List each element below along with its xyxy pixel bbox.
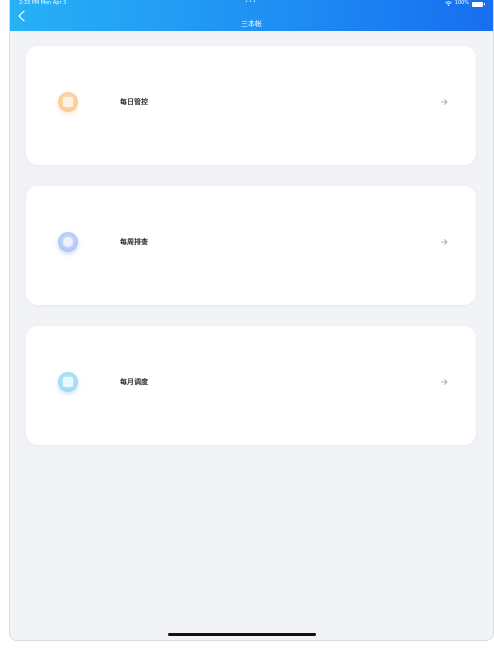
card-label: 每周排查 (120, 238, 148, 246)
nav-header: 2:33 PM Mon Apr 3 ••• 100% 三本帐 (10, 0, 493, 31)
battery-icon (472, 1, 485, 7)
status-time: 2:33 PM Mon Apr 3 (19, 0, 67, 6)
document-icon (58, 92, 78, 112)
status-right: 100% (444, 0, 485, 7)
multitask-dots: ••• (245, 0, 257, 5)
app-screen: 2:33 PM Mon Apr 3 ••• 100% 三本帐 每日管控 每周排查… (9, 0, 494, 641)
home-indicator[interactable] (168, 633, 316, 636)
status-bar: 2:33 PM Mon Apr 3 ••• 100% (10, 0, 493, 8)
schedule-icon (58, 372, 78, 392)
arrow-right-icon (440, 238, 448, 246)
wifi-icon (444, 1, 452, 6)
card-daily-control[interactable]: 每日管控 (26, 46, 476, 165)
card-label: 每月调度 (120, 378, 148, 386)
search-icon (58, 232, 78, 252)
card-monthly-schedule[interactable]: 每月调度 (26, 326, 476, 445)
page-title: 三本帐 (241, 20, 262, 28)
arrow-right-icon (440, 378, 448, 386)
card-label: 每日管控 (120, 98, 148, 106)
battery-percent: 100% (454, 0, 469, 6)
arrow-right-icon (440, 98, 448, 106)
card-weekly-inspection[interactable]: 每周排查 (26, 186, 476, 305)
